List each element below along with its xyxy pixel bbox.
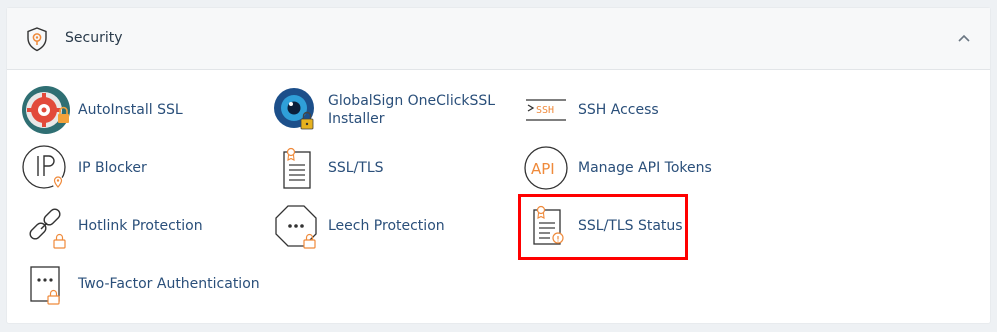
ssh-icon: SSH	[520, 84, 572, 136]
security-panel-header[interactable]: Security	[7, 8, 990, 70]
ip-blocker-link[interactable]: IP Blocker	[20, 142, 220, 194]
ip-blocker-label: IP Blocker	[78, 160, 147, 176]
manage-api-tokens-label: Manage API Tokens	[578, 160, 712, 176]
shield-icon	[23, 25, 51, 53]
globalsign-link[interactable]: GlobalSign OneClickSSL Installer	[270, 84, 500, 136]
chevron-up-icon[interactable]	[956, 30, 972, 46]
ssh-access-link[interactable]: SSH SSH Access	[520, 84, 720, 136]
two-factor-authentication-link[interactable]: Two-Factor Authentication	[20, 258, 280, 310]
ip-blocker-icon	[20, 142, 72, 194]
autoinstall-ssl-link[interactable]: AutoInstall SSL	[20, 84, 220, 136]
ssl-status-icon	[520, 200, 572, 252]
two-factor-authentication-label: Two-Factor Authentication	[78, 276, 260, 292]
hotlink-protection-label: Hotlink Protection	[78, 218, 203, 234]
ssl-tls-status-link[interactable]: SSL/TLS Status	[520, 200, 683, 252]
section-title: Security	[65, 30, 123, 46]
autoinstall-ssl-icon	[20, 84, 72, 136]
svg-text:SSH: SSH	[536, 105, 554, 116]
leech-protection-link[interactable]: Leech Protection	[270, 200, 490, 252]
api-icon: API	[520, 142, 572, 194]
leech-icon	[270, 200, 322, 252]
autoinstall-ssl-label: AutoInstall SSL	[78, 102, 183, 118]
ssl-tls-link[interactable]: SSL/TLS	[270, 142, 470, 194]
ssl-tls-label: SSL/TLS	[328, 160, 384, 176]
globalsign-icon	[270, 84, 322, 136]
hotlink-protection-link[interactable]: Hotlink Protection	[20, 200, 240, 252]
svg-text:API: API	[531, 160, 555, 178]
leech-protection-label: Leech Protection	[328, 218, 445, 234]
globalsign-label-text: GlobalSign OneClickSSL Installer	[328, 93, 496, 127]
ssl-tls-status-label: SSL/TLS Status	[578, 218, 683, 234]
globalsign-label: GlobalSign OneClickSSL Installer	[328, 92, 498, 128]
manage-api-tokens-link[interactable]: API Manage API Tokens	[520, 142, 740, 194]
ssh-access-label: SSH Access	[578, 102, 659, 118]
hotlink-icon	[20, 200, 72, 252]
two-factor-icon	[20, 258, 72, 310]
certificate-icon	[270, 142, 322, 194]
security-panel: Security AutoInstall SSL GlobalSign OneC…	[7, 8, 990, 323]
